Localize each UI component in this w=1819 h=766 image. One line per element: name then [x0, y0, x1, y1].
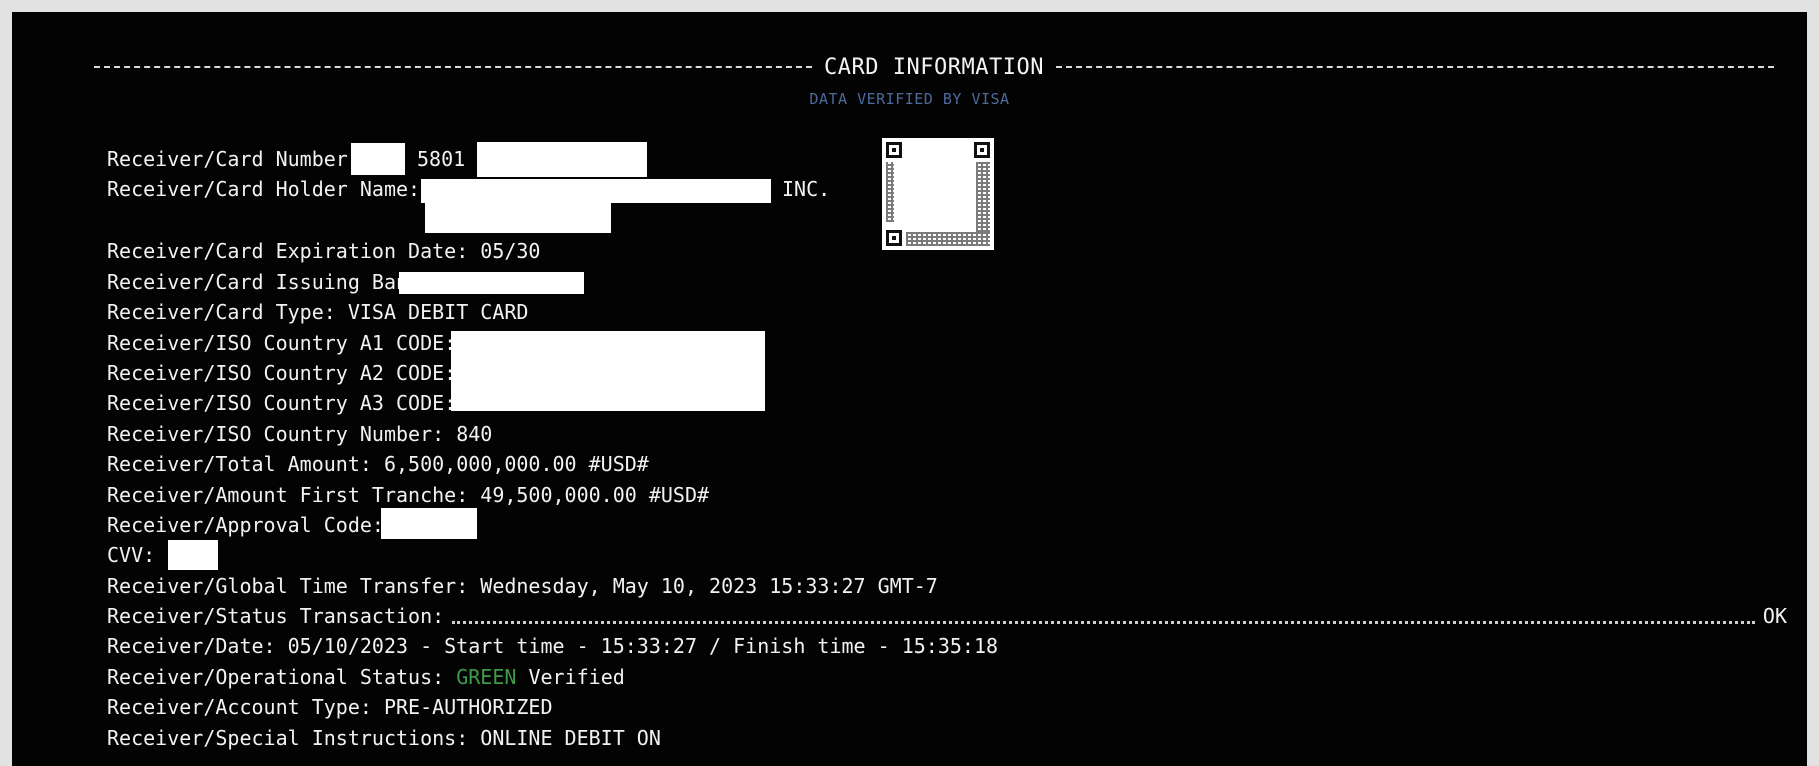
iso-number-row: Receiver/ISO Country Number: 840	[107, 419, 1787, 449]
date-text: Receiver/Date: 05/10/2023 - Start time -…	[107, 634, 999, 659]
redaction-box	[351, 143, 405, 175]
cvv-label: CVV:	[107, 543, 156, 568]
issuing-bank-label: Receiver/Card Issuing Bank:	[107, 269, 433, 294]
account-type-row: Receiver/Account Type: PRE-AUTHORIZED	[107, 692, 1787, 722]
global-time-row: Receiver/Global Time Transfer: Wednesday…	[107, 571, 1787, 601]
iso-a1-row: Receiver/ISO Country A1 CODE:	[107, 328, 1787, 411]
redaction-box	[477, 142, 647, 177]
card-holder-suffix: INC.	[782, 177, 831, 202]
account-type-text: Receiver/Account Type: PRE-AUTHORIZED	[107, 695, 553, 720]
status-value: OK	[1762, 604, 1787, 629]
redaction-box	[451, 330, 765, 411]
expiration-row: Receiver/Card Expiration Date: 05/30	[107, 236, 1787, 266]
first-tranche-row: Receiver/Amount First Tranche: 49,500,00…	[107, 480, 1787, 510]
card-number-label: Receiver/Card Number:	[107, 147, 360, 171]
date-row: Receiver/Date: 05/10/2023 - Start time -…	[107, 631, 1787, 661]
card-number-row: Receiver/Card Number: 5801	[107, 142, 1787, 177]
operational-green-badge: GREEN	[456, 664, 517, 689]
verification-note: DATA VERIFIED BY VISA	[809, 90, 1010, 108]
special-instructions-text: Receiver/Special Instructions: ONLINE DE…	[107, 725, 661, 750]
card-holder-row: Receiver/Card Holder Name: INC.	[107, 174, 1787, 236]
issuing-bank-row: Receiver/Card Issuing Bank:	[107, 267, 1787, 297]
iso-a2-label: Receiver/ISO Country A2 CODE:	[107, 360, 457, 385]
iso-number-text: Receiver/ISO Country Number: 840	[107, 421, 493, 446]
expiration-text: Receiver/Card Expiration Date: 05/30	[107, 239, 541, 264]
operational-label: Receiver/Operational Status:	[107, 664, 445, 689]
operational-status-row: Receiver/Operational Status: GREEN Verif…	[107, 662, 1787, 692]
total-amount-text: Receiver/Total Amount: 6,500,000,000.00 …	[107, 452, 649, 477]
iso-a3-label: Receiver/ISO Country A3 CODE:	[107, 391, 457, 416]
redaction-box	[425, 203, 611, 234]
iso-a2-row: Receiver/ISO Country A2 CODE:	[107, 358, 1787, 388]
card-number-partial: 5801	[417, 147, 466, 171]
section-header: CARD INFORMATION	[94, 54, 1775, 80]
operational-value: Verified	[528, 664, 625, 689]
cvv-row: CVV:	[107, 540, 1787, 571]
redaction-box	[168, 540, 218, 571]
total-amount-row: Receiver/Total Amount: 6,500,000,000.00 …	[107, 449, 1787, 479]
iso-a1-label: Receiver/ISO Country A1 CODE:	[107, 330, 457, 355]
approval-code-label: Receiver/Approval Code:	[107, 512, 384, 537]
approval-code-row: Receiver/Approval Code:	[107, 507, 1787, 540]
card-info-list: Receiver/Card Number: 5801 Receiver/Card…	[107, 142, 1787, 753]
terminal-window: CARD INFORMATION DATA VERIFIED BY VISA R…	[12, 12, 1807, 766]
status-label: Receiver/Status Transaction:	[107, 604, 445, 629]
redaction-box	[421, 179, 771, 204]
special-instructions-row: Receiver/Special Instructions: ONLINE DE…	[107, 723, 1787, 753]
global-time-text: Receiver/Global Time Transfer: Wednesday…	[107, 573, 938, 598]
header-rule-right	[1055, 66, 1775, 68]
header-rule-left	[94, 66, 813, 68]
section-title: CARD INFORMATION	[824, 54, 1044, 80]
iso-a3-row: Receiver/ISO Country A3 CODE:	[107, 388, 1787, 418]
first-tranche-text: Receiver/Amount First Tranche: 49,500,00…	[107, 482, 710, 507]
redaction-box	[399, 271, 584, 294]
card-holder-label: Receiver/Card Holder Name:	[107, 177, 421, 202]
status-transaction-row: Receiver/Status Transaction: OK	[107, 601, 1787, 631]
card-type-text: Receiver/Card Type: VISA DEBIT CARD	[107, 300, 529, 325]
card-type-row: Receiver/Card Type: VISA DEBIT CARD	[107, 297, 1787, 327]
redaction-box	[381, 507, 477, 539]
dot-leader	[452, 620, 1755, 624]
